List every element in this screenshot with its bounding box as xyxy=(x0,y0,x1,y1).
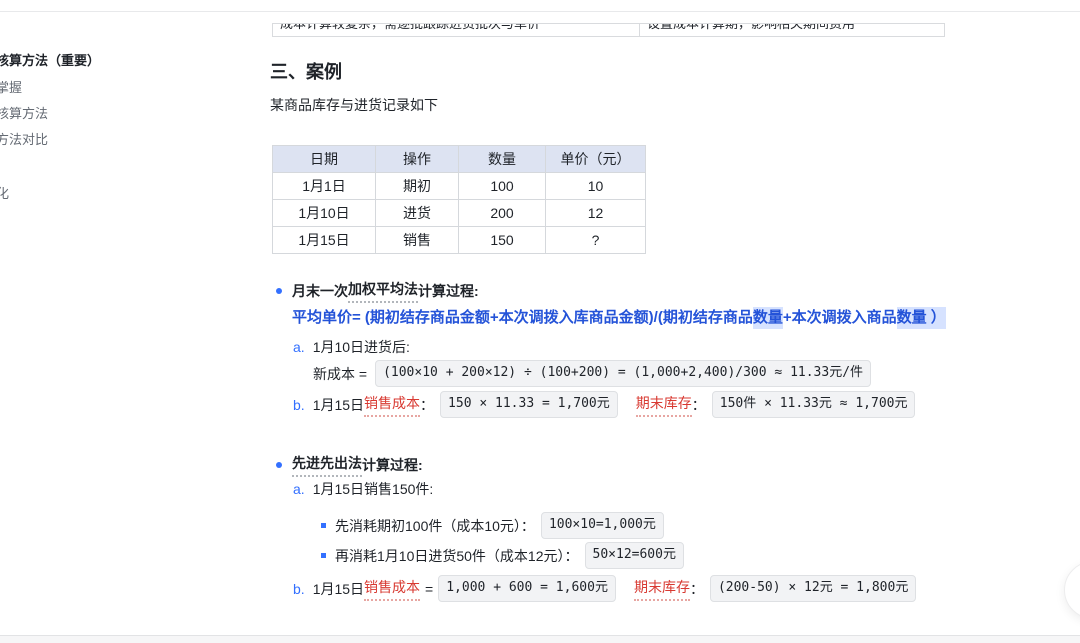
fifo-title-suffix: 计算过程: xyxy=(362,454,423,476)
cell-price: 10 xyxy=(546,173,646,200)
cell-qty: 100 xyxy=(459,173,546,200)
table-header-row: 日期 操作 数量 单价（元） xyxy=(273,146,646,173)
col-header-price: 单价（元） xyxy=(546,146,646,173)
colon: ： xyxy=(692,394,706,416)
inline-code: (100×10 + 200×12) ÷ (100+200) = (1,000+2… xyxy=(375,360,871,387)
wa-step-b: b. 1月15日销售成本： 150 × 11.33 = 1,700元 期末库存：… xyxy=(293,391,915,418)
list-marker-a: a. xyxy=(293,478,305,500)
colon: ： xyxy=(420,394,434,416)
fifo-step-a: a. 1月15日销售150件: xyxy=(293,478,433,500)
fifo-sub-item-1: 先消耗期初100件（成本10元）： 100×10=1,000元 xyxy=(321,512,664,539)
cell-op: 进货 xyxy=(376,200,459,227)
list-marker-a: a. xyxy=(293,336,305,358)
glossary-term-cogs[interactable]: 销售成本 xyxy=(364,392,420,417)
list-marker-b: b. xyxy=(293,578,305,600)
glossary-term-cogs[interactable]: 销售成本 xyxy=(364,576,420,601)
inline-code: (200-50) × 12元 = 1,800元 xyxy=(710,575,916,602)
document-page: 核算方法（重要） 掌握 核算方法 方法对比 化 成本计算较复杂，需逐批跟踪进货批… xyxy=(0,0,1080,643)
toc-item-methods[interactable]: 核算方法（重要） xyxy=(0,53,100,68)
glossary-term-ending-inventory[interactable]: 期末库存 xyxy=(636,392,692,417)
new-cost-label: 新成本 = xyxy=(313,363,367,385)
bullet-square-icon xyxy=(321,523,326,528)
fifo-sub1-text: 先消耗期初100件（成本10元）： xyxy=(335,515,535,537)
cell-qty: 150 xyxy=(459,227,546,254)
bullet-fifo-title: 先进先出法计算过程: xyxy=(270,452,423,477)
scrolled-cell-left: 成本计算较复杂，需逐批跟踪进货批次与单价 xyxy=(273,24,640,36)
toc-item-other[interactable]: 化 xyxy=(0,186,9,201)
inline-code: 50×12=600元 xyxy=(585,542,684,569)
glossary-term-weighted-avg[interactable]: 加权平均法 xyxy=(348,278,418,303)
scrolled-table-row: 成本计算较复杂，需逐批跟踪进货批次与单价 设置成本计算期，影响相关期间费用 xyxy=(272,23,945,37)
method-title-suffix: 计算过程: xyxy=(418,280,479,302)
toc-item-compare[interactable]: 方法对比 xyxy=(0,132,48,147)
cell-op: 销售 xyxy=(376,227,459,254)
glossary-term-fifo[interactable]: 先进先出法 xyxy=(292,452,362,477)
section-heading: 三、案例 xyxy=(270,60,342,84)
toc-item-master[interactable]: 掌握 xyxy=(0,80,22,95)
inline-code: 150 × 11.33 = 1,700元 xyxy=(440,391,618,418)
inline-code: 1,000 + 600 = 1,600元 xyxy=(438,575,616,602)
cell-date: 1月15日 xyxy=(273,227,376,254)
bullet-dot-icon xyxy=(276,462,282,468)
table-row: 1月1日 期初 100 10 xyxy=(273,173,646,200)
col-header-date: 日期 xyxy=(273,146,376,173)
cell-date: 1月10日 xyxy=(273,200,376,227)
colon: ： xyxy=(690,578,704,600)
wa-step-a: a. 1月10日进货后: xyxy=(293,336,410,358)
list-marker-b: b. xyxy=(293,394,305,416)
toc-item-accounting[interactable]: 核算方法 xyxy=(0,106,48,121)
fifo-step-b: b. 1月15日销售成本= 1,000 + 600 = 1,600元 期末库存：… xyxy=(293,575,916,602)
bottom-strip xyxy=(0,636,1080,643)
avg-price-formula: 平均单价= (期初结存商品金额+本次调拨入库商品金额)/(期初结存商品数量+本次… xyxy=(292,307,946,329)
bullet-weighted-avg-title: 月末一次加权平均法计算过程: xyxy=(270,278,479,303)
wa-step-b-date: 1月15日 xyxy=(313,394,364,416)
col-header-op: 操作 xyxy=(376,146,459,173)
fifo-sub-item-2: 再消耗1月10日进货50件（成本12元）： 50×12=600元 xyxy=(321,542,684,569)
bullet-dot-icon xyxy=(276,288,282,294)
scrolled-cell-right: 设置成本计算期，影响相关期间费用 xyxy=(640,24,944,36)
bullet-square-icon xyxy=(321,553,326,558)
fifo-step-b-date: 1月15日 xyxy=(313,578,364,600)
cell-price: ? xyxy=(546,227,646,254)
inline-code: 100×10=1,000元 xyxy=(541,512,664,539)
method-title-prefix: 月末一次 xyxy=(292,280,348,302)
table-row: 1月15日 销售 150 ? xyxy=(273,227,646,254)
wa-new-cost-line: 新成本 = (100×10 + 200×12) ÷ (100+200) = (1… xyxy=(313,360,871,387)
fifo-sub2-text: 再消耗1月10日进货50件（成本12元）： xyxy=(335,545,579,567)
equals-sign: = xyxy=(425,578,433,600)
cell-date: 1月1日 xyxy=(273,173,376,200)
col-header-qty: 数量 xyxy=(459,146,546,173)
glossary-term-ending-inventory[interactable]: 期末库存 xyxy=(634,576,690,601)
inventory-table: 日期 操作 数量 单价（元） 1月1日 期初 100 10 1月10日 进货 2… xyxy=(272,145,646,254)
cell-price: 12 xyxy=(546,200,646,227)
inline-code: 150件 × 11.33元 ≈ 1,700元 xyxy=(712,391,916,418)
cell-op: 期初 xyxy=(376,173,459,200)
formula-highlight: 数量 ） xyxy=(897,307,946,329)
wa-step-a-text: 1月10日进货后: xyxy=(313,336,410,358)
formula-part: +本次调拨入商品 xyxy=(783,307,897,329)
table-row: 1月10日 进货 200 12 xyxy=(273,200,646,227)
top-divider xyxy=(0,11,1080,12)
floating-action-button[interactable] xyxy=(1064,561,1080,619)
formula-part: 平均单价= (期初结存商品金额+本次调拨入库商品金额)/(期初结存商品 xyxy=(292,307,753,329)
intro-paragraph: 某商品库存与进货记录如下 xyxy=(270,95,438,115)
cell-qty: 200 xyxy=(459,200,546,227)
fifo-step-a-text: 1月15日销售150件: xyxy=(313,478,434,500)
formula-highlight: 数量 xyxy=(753,307,783,329)
